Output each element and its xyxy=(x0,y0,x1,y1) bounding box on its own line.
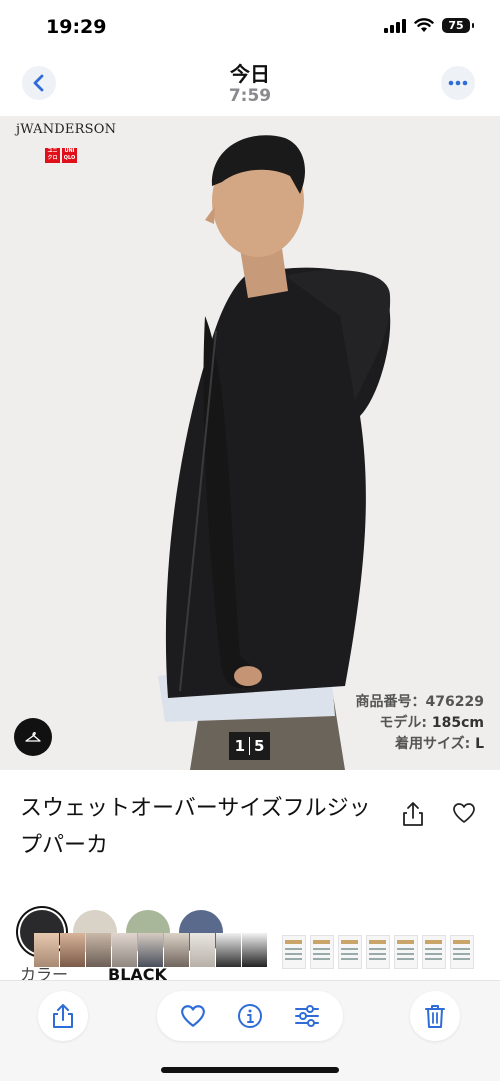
color-label-text: カラー xyxy=(20,966,69,980)
photo-thumbnail[interactable] xyxy=(86,933,111,967)
battery-level: 75 xyxy=(448,19,464,32)
adjust-button[interactable] xyxy=(287,996,327,1036)
uniqlo-logo-en: UNI QLO xyxy=(62,148,77,163)
delete-button[interactable] xyxy=(410,991,460,1041)
page-title: 今日 xyxy=(230,62,270,86)
doc-thumbnail[interactable] xyxy=(394,935,418,969)
product-share-button[interactable] xyxy=(400,800,428,830)
share-icon xyxy=(403,802,423,826)
model-info: 商品番号：476229 モデル: 185cm 着用サイズ: L xyxy=(356,692,484,755)
action-group xyxy=(157,991,343,1041)
uniqlo-logo-jp: ユニ クロ xyxy=(45,148,60,163)
hanger-icon xyxy=(25,731,41,742)
share-icon xyxy=(53,1004,73,1028)
photo-thumbnail[interactable] xyxy=(112,933,137,967)
photo-thumbnail[interactable] xyxy=(138,933,163,967)
heart-icon xyxy=(453,803,475,823)
page-subtitle: 7:59 xyxy=(228,86,272,106)
doc-thumbnail[interactable] xyxy=(310,935,334,969)
photo-thumbnail[interactable] xyxy=(34,933,59,967)
photo-thumbnail[interactable] xyxy=(216,933,241,967)
more-button[interactable] xyxy=(441,66,475,100)
recent-photos-strip[interactable] xyxy=(34,933,267,967)
wifi-icon xyxy=(414,18,434,32)
info-icon xyxy=(237,1004,262,1028)
color-value: BLACK xyxy=(108,966,167,980)
status-time: 19:29 xyxy=(46,16,107,38)
photo-thumbnail[interactable] xyxy=(60,933,85,967)
home-indicator xyxy=(161,1067,339,1073)
heart-icon xyxy=(181,1005,206,1027)
share-button[interactable] xyxy=(38,991,88,1041)
battery-icon: 75 xyxy=(442,18,474,33)
pager-current: 1 xyxy=(234,737,245,755)
model-size: 着用サイズ: L xyxy=(395,736,484,752)
document-thumbnails[interactable] xyxy=(282,935,474,969)
photo-thumbnail[interactable] xyxy=(190,933,215,967)
favorite-button[interactable] xyxy=(173,996,213,1036)
model-photo xyxy=(158,135,391,770)
pager-total: 5 xyxy=(254,737,265,755)
uniqlo-logo: ユニ クロ UNI QLO xyxy=(45,148,77,163)
doc-thumbnail[interactable] xyxy=(450,935,474,969)
product-image[interactable]: jWANDERSON ユニ クロ UNI QLO 商品番号：476229 モデル: … xyxy=(0,116,500,770)
color-label: カラー BLACK xyxy=(20,966,167,980)
status-bar: 19:29 75 xyxy=(0,0,500,56)
doc-thumbnail[interactable] xyxy=(338,935,362,969)
trash-icon xyxy=(425,1005,445,1028)
bottom-toolbar xyxy=(0,980,500,1081)
product-name: スウェットオーバーサイズフルジップパーカ xyxy=(20,796,371,858)
product-favorite-button[interactable] xyxy=(452,802,478,828)
image-pager: 1 5 xyxy=(229,732,270,760)
info-button[interactable] xyxy=(230,996,270,1036)
nav-header: 今日 7:59 xyxy=(0,56,500,116)
jw-anderson-logo: jWANDERSON xyxy=(16,122,117,137)
doc-thumbnail[interactable] xyxy=(422,935,446,969)
hanger-button[interactable] xyxy=(14,718,52,756)
sliders-icon xyxy=(294,1005,319,1027)
status-indicators: 75 xyxy=(384,18,474,33)
product-number: 商品番号：476229 xyxy=(355,694,484,710)
model-height: モデル: 185cm xyxy=(379,715,484,731)
doc-thumbnail[interactable] xyxy=(282,935,306,969)
photo-thumbnail[interactable] xyxy=(164,933,189,967)
photo-thumbnail[interactable] xyxy=(242,933,267,967)
cellular-signal-icon xyxy=(384,18,406,33)
ellipsis-icon xyxy=(448,80,468,86)
doc-thumbnail[interactable] xyxy=(366,935,390,969)
